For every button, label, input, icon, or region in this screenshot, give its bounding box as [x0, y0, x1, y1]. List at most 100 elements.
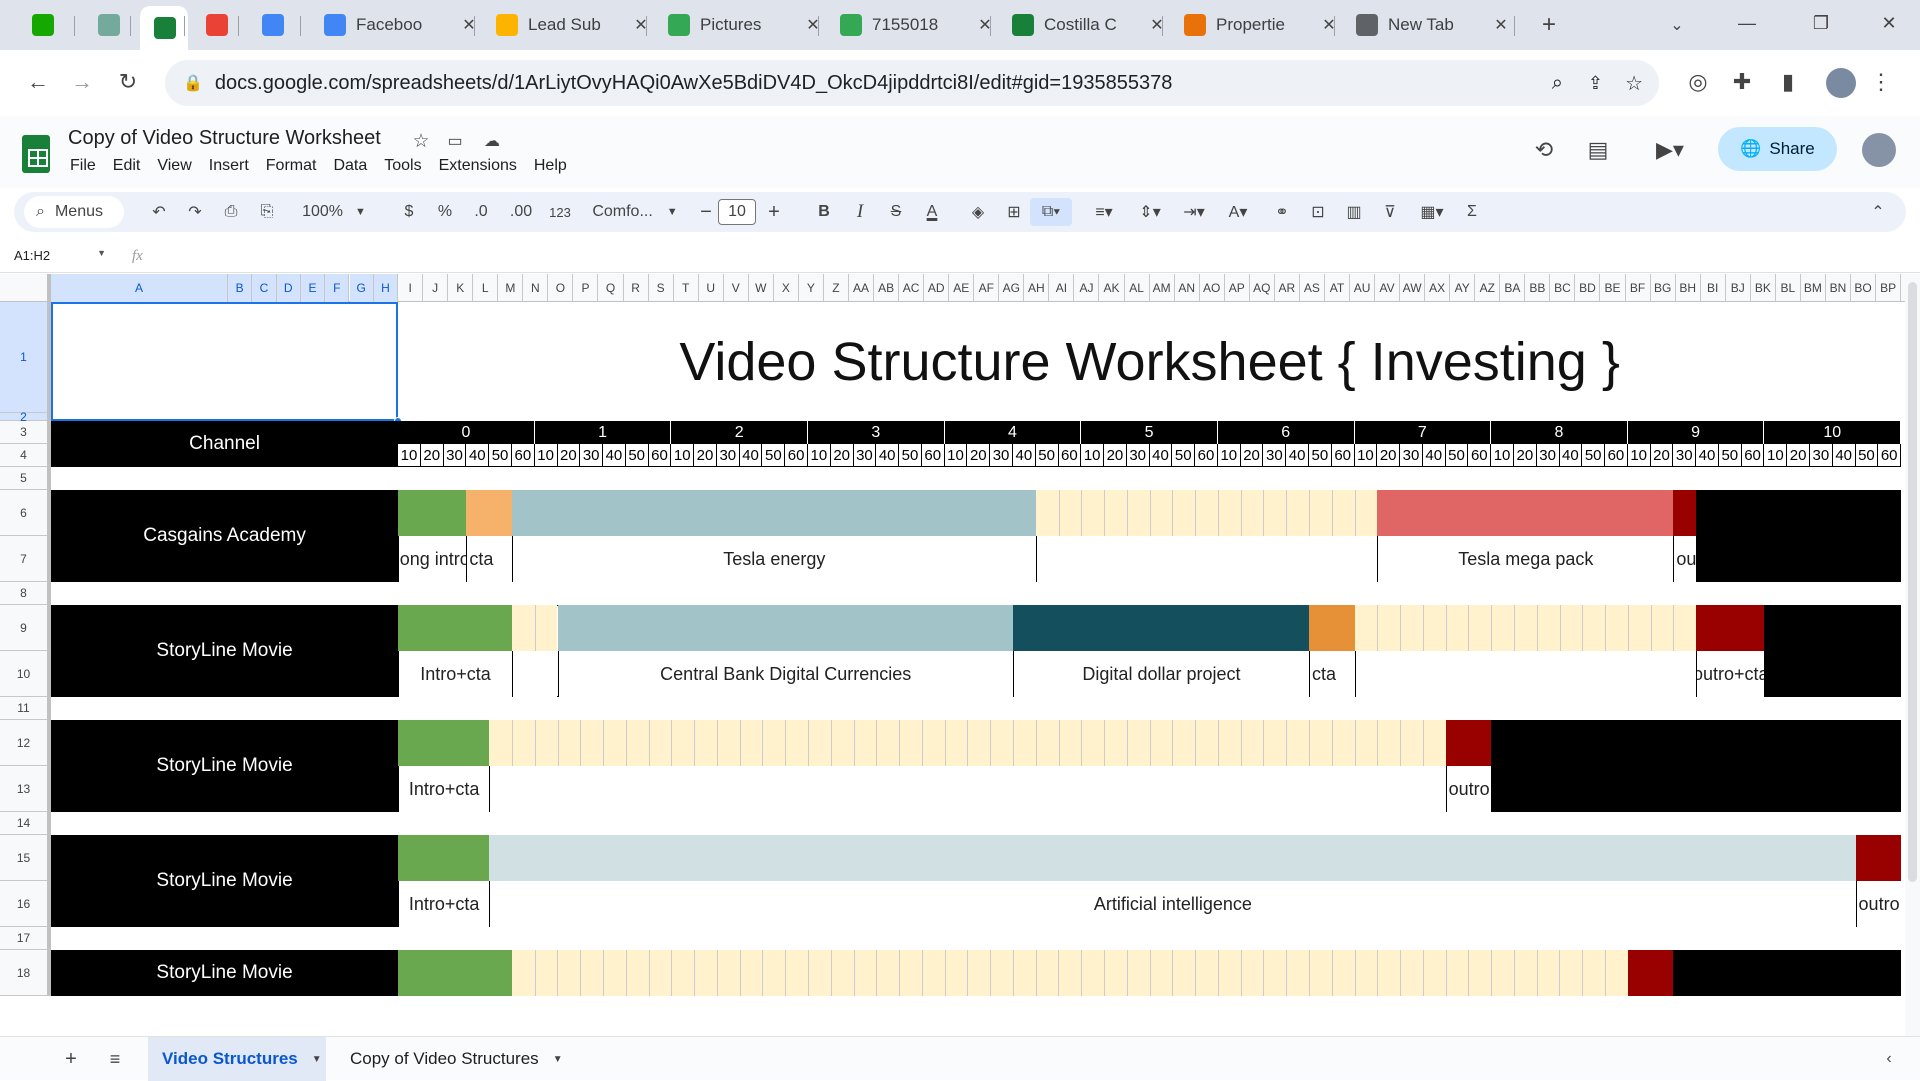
strikethrough-button[interactable]: S — [882, 192, 910, 232]
column-header-ao[interactable]: AO — [1200, 274, 1225, 302]
sheet-title[interactable]: Video Structure Worksheet { Investing } — [398, 302, 1901, 421]
profile-avatar[interactable] — [1826, 68, 1856, 98]
star-icon[interactable]: ☆ — [410, 128, 432, 154]
sheet-tab[interactable]: Copy of Video Structures ▼ — [336, 1037, 568, 1081]
filter-icon[interactable]: ⊽ — [1376, 192, 1404, 232]
currency-button[interactable]: $ — [394, 192, 424, 232]
column-header-i[interactable]: I — [398, 274, 424, 302]
segment-bar-intro[interactable] — [398, 605, 512, 651]
browser-tab[interactable]: Faceboo ✕ — [310, 6, 478, 44]
font-size-decrease-button[interactable]: − — [692, 192, 720, 232]
column-header-bn[interactable]: BN — [1826, 274, 1851, 302]
segment-label[interactable]: Intro+cta — [398, 651, 512, 697]
column-header-aw[interactable]: AW — [1400, 274, 1426, 302]
menu-extensions[interactable]: Extensions — [439, 157, 517, 175]
percent-button[interactable]: % — [430, 192, 460, 232]
column-header-af[interactable]: AF — [974, 274, 1000, 302]
column-header-ax[interactable]: AX — [1425, 274, 1451, 302]
segment-bar-empty[interactable] — [489, 720, 1446, 766]
segment-label[interactable]: outro cta — [1673, 536, 1697, 582]
column-header-a[interactable]: A — [51, 274, 228, 302]
row-header-4[interactable]: 4 — [0, 444, 51, 467]
puzzle-icon[interactable]: ✚ — [1724, 62, 1760, 102]
segment-bar-dark-red[interactable] — [1673, 490, 1697, 536]
row-header-3[interactable]: 3 — [0, 421, 51, 444]
close-icon[interactable]: ✕ — [804, 15, 822, 35]
segment-bar-intro[interactable] — [398, 720, 490, 766]
segment-bar-dark-red[interactable] — [1627, 950, 1674, 996]
row-header-8[interactable]: 8 — [0, 582, 51, 605]
formula-input[interactable] — [160, 247, 1860, 269]
menu-edit[interactable]: Edit — [113, 157, 141, 175]
segment-label[interactable]: Tesla energy — [511, 536, 1036, 582]
url-field[interactable]: 🔒 docs.google.com/spreadsheets/d/1ArLiyt… — [165, 60, 1659, 106]
menu-file[interactable]: File — [70, 157, 96, 175]
row-header-9[interactable]: 9 — [0, 605, 51, 651]
row-header-14[interactable]: 14 — [0, 812, 51, 835]
column-header-bb[interactable]: BB — [1525, 274, 1551, 302]
close-icon[interactable]: ✕ — [1320, 15, 1338, 35]
menu-view[interactable]: View — [157, 157, 191, 175]
insert-comment-icon[interactable]: ⊡ — [1304, 192, 1332, 232]
segment-label[interactable]: Tesla mega pack — [1377, 536, 1674, 582]
vertical-scrollbar[interactable] — [1905, 274, 1920, 1036]
share-page-icon[interactable]: ⇪ — [1588, 73, 1603, 94]
column-header-as[interactable]: AS — [1300, 274, 1325, 302]
undo-icon[interactable]: ↶ — [146, 192, 172, 232]
column-header-h[interactable]: H — [373, 274, 399, 302]
column-header-au[interactable]: AU — [1350, 274, 1376, 302]
column-header-ap[interactable]: AP — [1225, 274, 1250, 302]
browser-tab[interactable]: Pictures ✕ — [654, 6, 822, 44]
segment-label[interactable] — [1696, 536, 1902, 582]
account-avatar[interactable] — [1862, 133, 1896, 167]
row-header-16[interactable]: 16 — [0, 881, 51, 927]
merge-cells-icon[interactable]: ⧉▾ — [1030, 198, 1072, 226]
text-wrap-icon[interactable]: ⇥▾ — [1174, 192, 1214, 232]
segment-bar-cta-orange[interactable] — [466, 490, 512, 536]
column-header-bl[interactable]: BL — [1776, 274, 1801, 302]
font-size-increase-button[interactable]: + — [760, 192, 788, 232]
column-header-aq[interactable]: AQ — [1250, 274, 1275, 302]
new-tab-icon[interactable]: + — [1532, 8, 1566, 42]
print-icon[interactable]: ⎙ — [218, 192, 244, 232]
column-header-v[interactable]: V — [724, 274, 749, 302]
row-header-10[interactable]: 10 — [0, 651, 51, 697]
browser-tab[interactable]: Lead Sub ✕ — [482, 6, 650, 44]
column-header-bg[interactable]: BG — [1651, 274, 1676, 302]
scrollbar-thumb[interactable] — [1908, 282, 1917, 882]
segment-bar-dark-red[interactable] — [1855, 835, 1902, 881]
column-header-p[interactable]: P — [573, 274, 599, 302]
row-header-7[interactable]: 7 — [0, 536, 51, 582]
segment-label[interactable]: cta — [1309, 651, 1355, 697]
column-header-bi[interactable]: BI — [1701, 274, 1726, 302]
column-header-b[interactable]: B — [228, 274, 253, 302]
column-header-bj[interactable]: BJ — [1726, 274, 1751, 302]
row-header-2[interactable]: 2 — [0, 410, 51, 424]
column-header-w[interactable]: W — [749, 274, 774, 302]
menu-help[interactable]: Help — [534, 157, 567, 175]
horizontal-align-icon[interactable]: ≡▾ — [1084, 192, 1124, 232]
column-header-av[interactable]: AV — [1375, 274, 1401, 302]
row-header-17[interactable]: 17 — [0, 927, 51, 950]
segment-label[interactable]: Artificial intelligence — [489, 881, 1856, 927]
add-sheet-icon[interactable]: + — [56, 1043, 86, 1075]
segment-bar-black[interactable] — [1491, 720, 1902, 766]
column-header-s[interactable]: S — [649, 274, 674, 302]
row-header-18[interactable]: 18 — [0, 950, 51, 996]
spreadsheet-grid[interactable]: A B C D E F G H I J K L M N O P Q R S T U V W X Y Z AA AB AC AD AE AF AG… — [0, 274, 1905, 1024]
segment-label[interactable] — [1035, 536, 1378, 582]
column-header-m[interactable]: M — [498, 274, 524, 302]
segment-label[interactable] — [1491, 766, 1902, 812]
segment-bar-red[interactable] — [1377, 490, 1674, 536]
column-header-ad[interactable]: AD — [924, 274, 950, 302]
selected-range[interactable] — [51, 302, 399, 421]
bookmark-star-icon[interactable]: ☆ — [1625, 71, 1643, 96]
segment-label[interactable] — [1764, 651, 1902, 697]
column-header-aj[interactable]: AJ — [1074, 274, 1100, 302]
column-header-d[interactable]: D — [276, 274, 301, 302]
collapse-toolbar-icon[interactable]: ⌃ — [1864, 192, 1892, 232]
segment-bar-cta-dark_orange[interactable] — [1309, 605, 1355, 651]
close-icon[interactable]: ✕ — [1492, 15, 1510, 35]
chevron-down-icon[interactable]: ▼ — [553, 1054, 563, 1065]
column-header-ai[interactable]: AI — [1049, 274, 1075, 302]
